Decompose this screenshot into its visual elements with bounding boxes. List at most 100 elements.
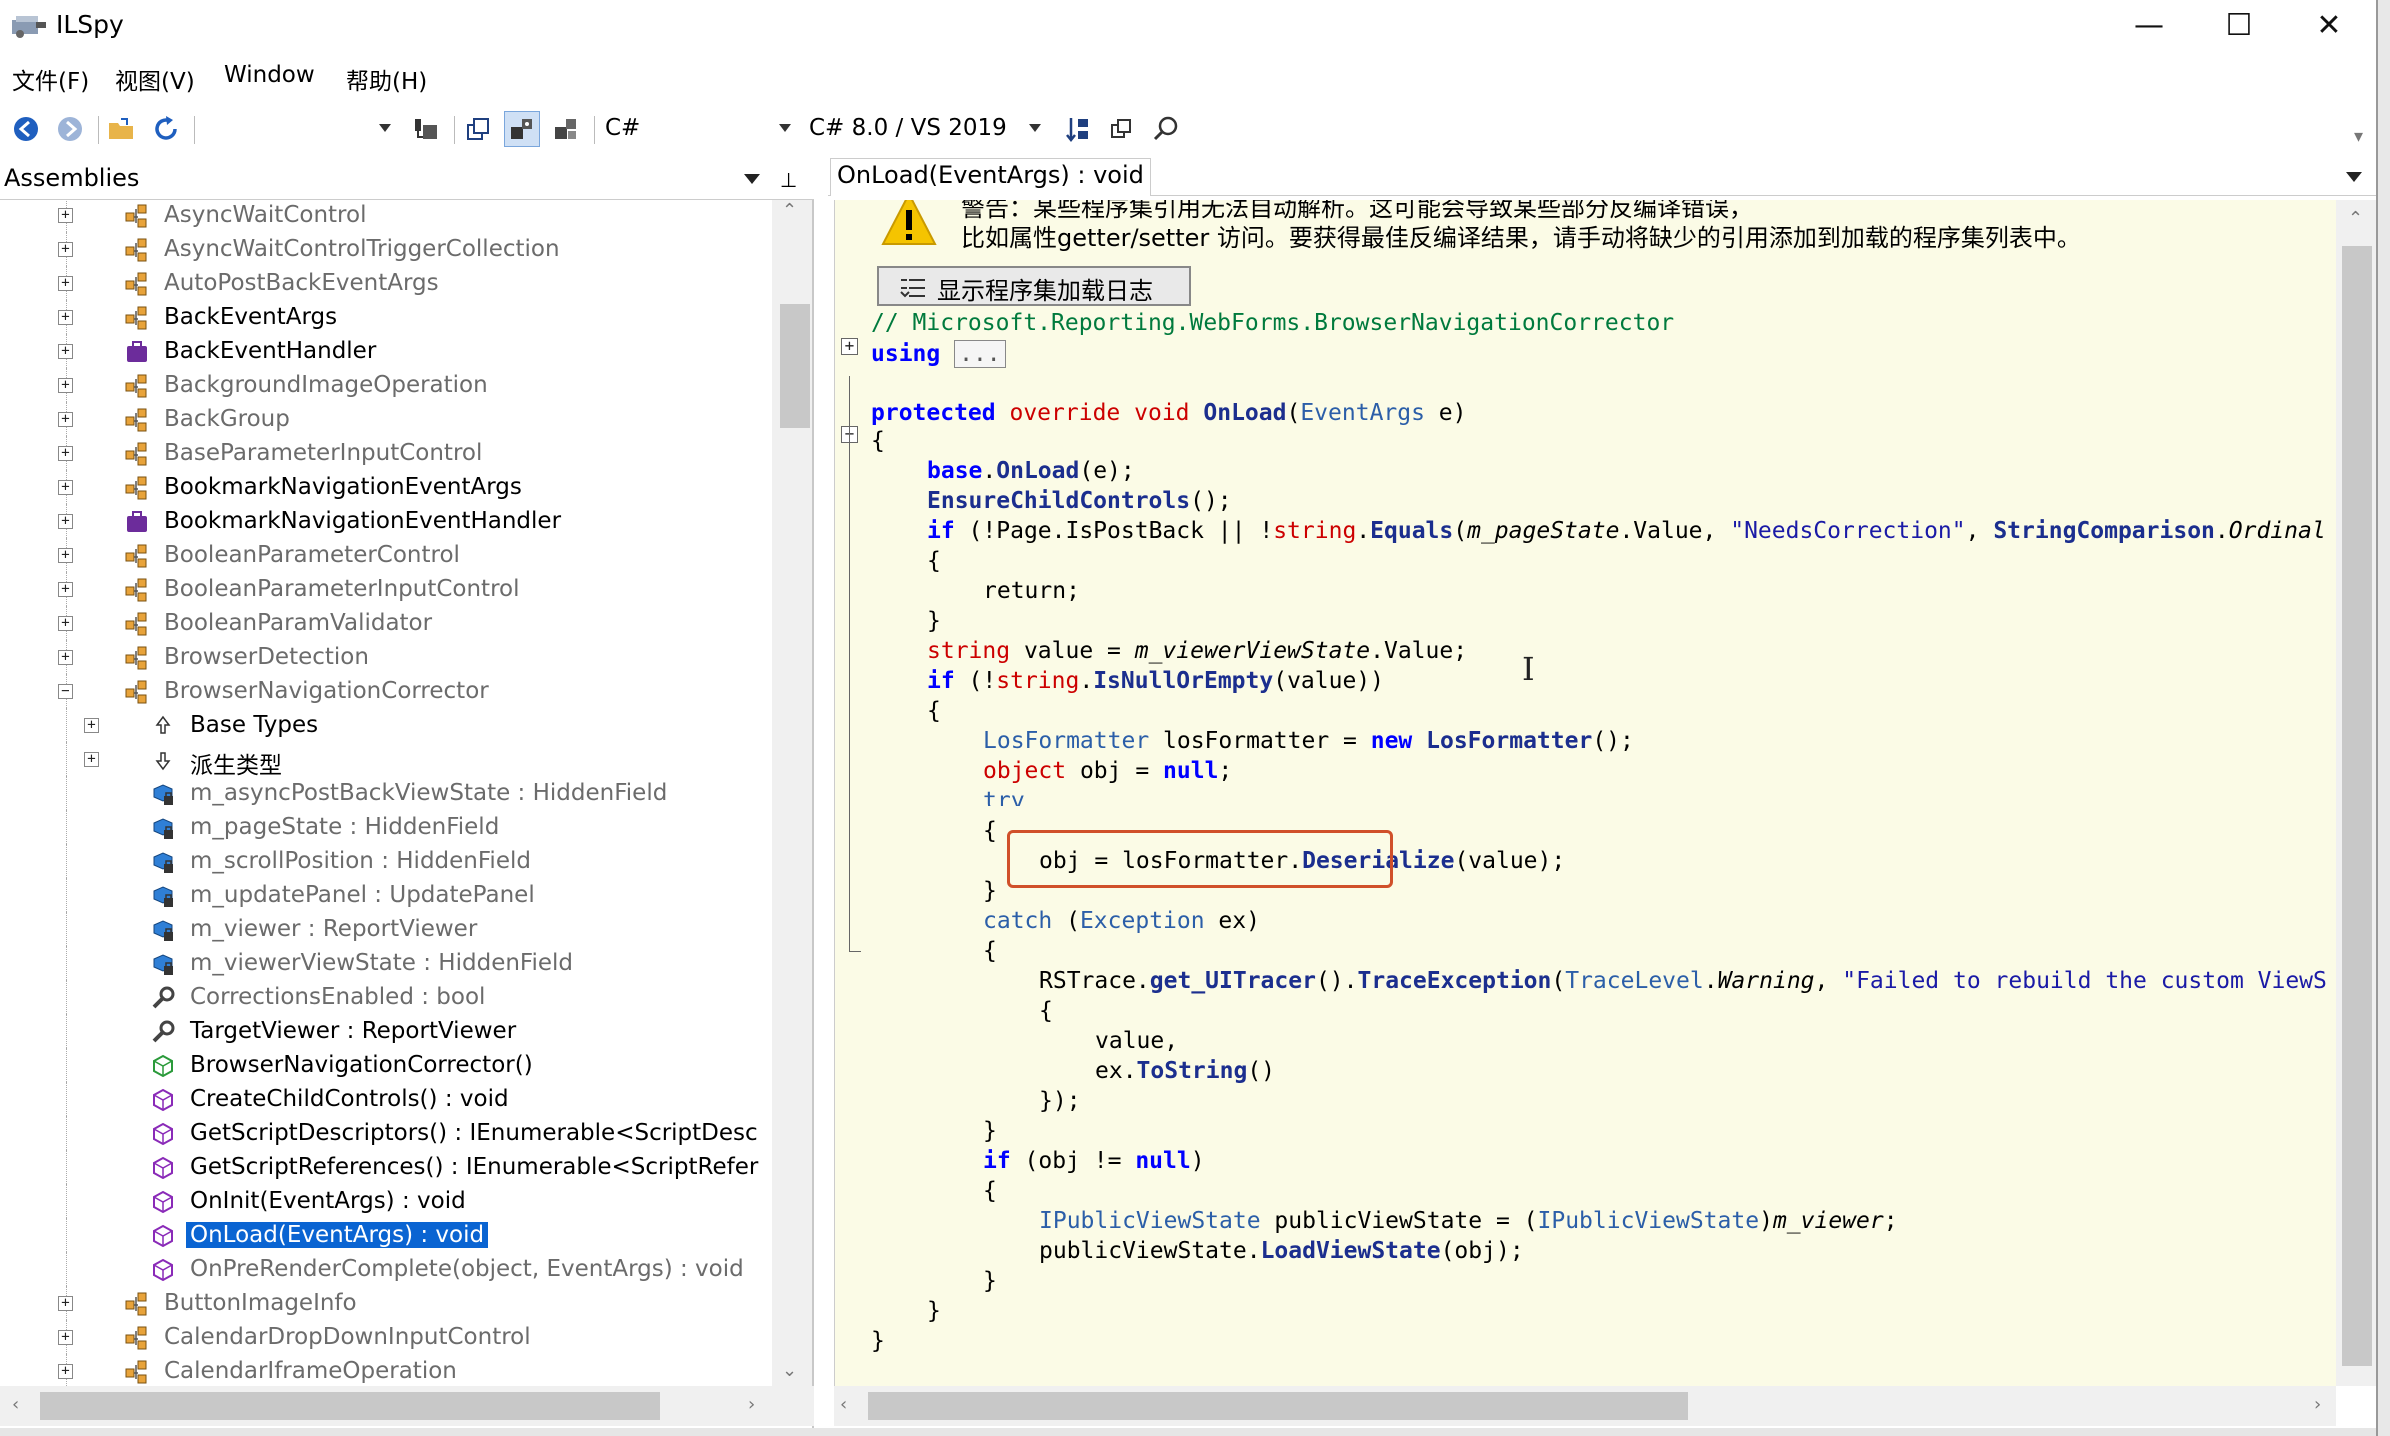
- code-horizontal-scrollbar[interactable]: ‹ ›: [834, 1386, 2336, 1426]
- forward-button[interactable]: [52, 111, 88, 147]
- tree-item[interactable]: + CalendarIframeOperation: [0, 1354, 772, 1386]
- expand-icon[interactable]: +: [58, 548, 73, 563]
- scroll-left-icon[interactable]: ‹: [840, 1394, 847, 1415]
- expand-icon[interactable]: +: [84, 752, 99, 767]
- assembly-tree[interactable]: + AsyncWaitControl + AsyncWaitControlTrigge…: [0, 200, 772, 1386]
- code-scroll-thumb[interactable]: [2342, 246, 2372, 1366]
- tree-item[interactable]: + CalendarDropDownInputControl: [0, 1320, 772, 1354]
- tree-item[interactable]: + BackGroup: [0, 402, 772, 436]
- expand-icon[interactable]: +: [58, 276, 73, 291]
- expand-icon[interactable]: +: [58, 412, 73, 427]
- tree-item[interactable]: + BackgroundImageOperation: [0, 368, 772, 402]
- tree-item[interactable]: + AsyncWaitControl: [0, 200, 772, 232]
- scroll-up-icon[interactable]: ⌃: [782, 200, 797, 221]
- expand-icon[interactable]: +: [58, 650, 73, 665]
- menu-window[interactable]: Window: [224, 62, 315, 88]
- tree-item[interactable]: CreateChildControls() : void: [0, 1082, 772, 1116]
- code-hscroll-thumb[interactable]: [868, 1392, 1688, 1420]
- tree-item[interactable]: m_viewer : ReportViewer: [0, 912, 772, 946]
- tree-item[interactable]: + BrowserDetection: [0, 640, 772, 674]
- tree-item[interactable]: + AutoPostBackEventArgs: [0, 266, 772, 300]
- expand-icon[interactable]: +: [58, 378, 73, 393]
- tree-item[interactable]: + BooleanParameterControl: [0, 538, 772, 572]
- tree-item[interactable]: + BackEventArgs: [0, 300, 772, 334]
- tree-scroll-thumb[interactable]: [780, 304, 810, 428]
- expand-icon[interactable]: +: [58, 1364, 73, 1379]
- expand-icon[interactable]: +: [58, 446, 73, 461]
- collapse-icon[interactable]: −: [58, 684, 73, 699]
- tree-item[interactable]: TargetViewer : ReportViewer: [0, 1014, 772, 1048]
- scroll-up-icon[interactable]: ⌃: [2348, 208, 2363, 229]
- tab-onload[interactable]: OnLoad(EventArgs) : void: [830, 158, 1151, 196]
- tree-item[interactable]: + BaseParameterInputControl: [0, 436, 772, 470]
- tree-item[interactable]: + AsyncWaitControlTriggerCollection: [0, 232, 772, 266]
- scroll-left-icon[interactable]: ‹: [12, 1394, 19, 1415]
- maximize-button[interactable]: ☐: [2194, 0, 2284, 50]
- using-ellipsis[interactable]: ...: [954, 340, 1006, 368]
- tree-item[interactable]: + ButtonImageInfo: [0, 1286, 772, 1320]
- sort-button[interactable]: [1060, 111, 1096, 147]
- tree-item[interactable]: m_updatePanel : UpdatePanel: [0, 878, 772, 912]
- show-all-button[interactable]: [548, 111, 584, 147]
- assembly-list-combo[interactable]: [200, 112, 396, 146]
- tree-item[interactable]: − BrowserNavigationCorrector: [0, 674, 772, 708]
- search-button[interactable]: [1148, 111, 1184, 147]
- tree-item[interactable]: OnInit(EventArgs) : void: [0, 1184, 772, 1218]
- tree-item[interactable]: m_asyncPostBackViewState : HiddenField: [0, 776, 772, 810]
- tree-item[interactable]: BrowserNavigationCorrector(): [0, 1048, 772, 1082]
- scroll-right-icon[interactable]: ›: [2314, 1394, 2321, 1415]
- open-button[interactable]: [104, 111, 140, 147]
- tree-hscroll-thumb[interactable]: [40, 1392, 660, 1420]
- tree-item[interactable]: GetScriptReferences() : IEnumerable<Scri…: [0, 1150, 772, 1184]
- expand-icon[interactable]: +: [58, 344, 73, 359]
- tree-item[interactable]: + BookmarkNavigationEventHandler: [0, 504, 772, 538]
- expand-icon[interactable]: +: [58, 480, 73, 495]
- scroll-right-icon[interactable]: ›: [748, 1394, 755, 1415]
- expand-using-icon[interactable]: +: [841, 338, 858, 355]
- minimize-button[interactable]: —: [2104, 0, 2194, 50]
- menu-view[interactable]: 视图(V): [115, 62, 195, 96]
- toolbar-overflow-icon[interactable]: ▾: [2354, 126, 2363, 147]
- menu-help[interactable]: 帮助(H): [346, 62, 427, 96]
- tree-item[interactable]: GetScriptDescriptors() : IEnumerable<Scr…: [0, 1116, 772, 1150]
- pin-icon[interactable]: ⊥: [780, 168, 797, 192]
- show-assembly-load-log-button[interactable]: 显示程序集加载日志: [877, 266, 1191, 306]
- collapse-all-button[interactable]: [460, 111, 496, 147]
- tree-item[interactable]: OnLoad(EventArgs) : void: [0, 1218, 772, 1252]
- language-version-combo[interactable]: C# 8.0 / VS 2019: [800, 112, 1046, 146]
- code-view[interactable]: 警告：某些程序集引用无法自动解析。这可能会导致某些部分反编译错误， 比如属性ge…: [834, 200, 2336, 1386]
- manage-assemblies-button[interactable]: [408, 111, 444, 147]
- tree-item[interactable]: + BooleanParameterInputControl: [0, 572, 772, 606]
- tree-item[interactable]: + 派生类型: [0, 742, 772, 779]
- tree-item[interactable]: OnPreRenderComplete(object, EventArgs) :…: [0, 1252, 772, 1286]
- expand-icon[interactable]: +: [58, 208, 73, 223]
- language-combo[interactable]: C#: [596, 112, 796, 146]
- expand-icon[interactable]: +: [58, 242, 73, 257]
- expand-icon[interactable]: +: [58, 514, 73, 529]
- tree-item[interactable]: + BackEventHandler: [0, 334, 772, 368]
- tree-item[interactable]: CorrectionsEnabled : bool: [0, 980, 772, 1014]
- scroll-down-icon[interactable]: ⌄: [782, 1360, 797, 1381]
- close-button[interactable]: ✕: [2284, 0, 2374, 50]
- expand-icon[interactable]: +: [84, 718, 99, 733]
- menu-file[interactable]: 文件(F): [12, 62, 89, 96]
- tree-item[interactable]: + BookmarkNavigationEventArgs: [0, 470, 772, 504]
- new-window-button[interactable]: [1104, 111, 1140, 147]
- reload-button[interactable]: [148, 111, 184, 147]
- expand-icon[interactable]: +: [58, 310, 73, 325]
- expand-icon[interactable]: +: [58, 582, 73, 597]
- tree-horizontal-scrollbar[interactable]: ‹ ›: [0, 1386, 814, 1426]
- tree-vertical-scrollbar[interactable]: ⌃ ⌄: [772, 200, 812, 1386]
- tree-item[interactable]: m_viewerViewState : HiddenField: [0, 946, 772, 980]
- tree-item[interactable]: + BooleanParamValidator: [0, 606, 772, 640]
- code-vertical-scrollbar[interactable]: ⌃: [2336, 200, 2376, 1386]
- tree-item[interactable]: m_scrollPosition : HiddenField: [0, 844, 772, 878]
- show-internal-button[interactable]: [504, 111, 540, 147]
- back-button[interactable]: [8, 111, 44, 147]
- tree-item[interactable]: + Base Types: [0, 708, 772, 742]
- tree-item[interactable]: m_pageState : HiddenField: [0, 810, 772, 844]
- tab-list-dropdown-icon[interactable]: [2346, 172, 2362, 182]
- expand-icon[interactable]: +: [58, 1330, 73, 1345]
- pane-menu-dropdown-icon[interactable]: [744, 174, 760, 184]
- expand-icon[interactable]: +: [58, 616, 73, 631]
